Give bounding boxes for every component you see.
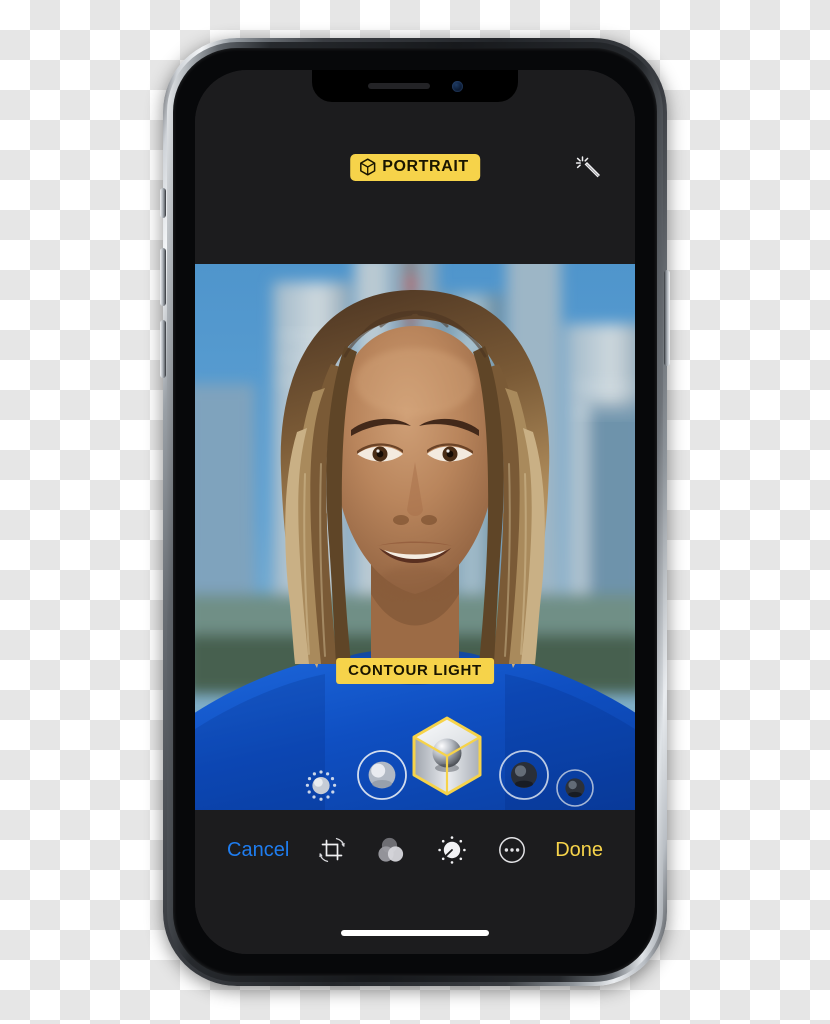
crop-rotate-icon <box>319 837 346 863</box>
crop-rotate-button[interactable] <box>315 830 349 870</box>
portrait-mode-label: PORTRAIT <box>382 158 469 175</box>
lighting-effect-label: CONTOUR LIGHT <box>336 658 494 684</box>
page-canvas: PORTRAIT CONTOUR LIGHT Cancel Done <box>0 0 830 1024</box>
more-options-icon <box>499 837 526 863</box>
lighting-option-studio-light[interactable] <box>353 746 411 809</box>
cancel-button[interactable]: Cancel <box>227 830 289 870</box>
filters-button[interactable] <box>375 830 409 870</box>
lighting-option-contour-light[interactable] <box>407 712 487 805</box>
studio-light-icon <box>357 750 407 800</box>
contour-light-icon <box>412 716 482 796</box>
portrait-mode-badge[interactable]: PORTRAIT <box>350 154 480 181</box>
stage-light-mono-icon <box>556 769 594 807</box>
magic-wand-icon <box>575 156 600 178</box>
silent-switch-button[interactable] <box>160 188 166 218</box>
filters-icon <box>378 837 404 862</box>
lighting-option-stage-light-mono[interactable] <box>553 766 597 815</box>
device-screen: PORTRAIT CONTOUR LIGHT Cancel Done <box>195 70 635 954</box>
editor-bottom-toolbar: Cancel Done <box>195 810 635 954</box>
more-options-button[interactable] <box>495 830 529 870</box>
power-button[interactable] <box>664 270 670 366</box>
volume-down-button[interactable] <box>160 320 166 378</box>
done-button[interactable]: Done <box>555 830 603 870</box>
device-bezel: PORTRAIT CONTOUR LIGHT Cancel Done <box>173 48 657 976</box>
adjust-button[interactable] <box>435 830 469 870</box>
editor-tool-row: Cancel Done <box>195 828 635 872</box>
cube-icon <box>359 158 376 176</box>
notch <box>312 70 518 102</box>
lighting-option-stage-light[interactable] <box>495 746 553 809</box>
stage-light-icon <box>499 750 549 800</box>
volume-up-button[interactable] <box>160 248 166 306</box>
adjust-dial-icon <box>438 836 466 864</box>
home-indicator[interactable] <box>341 930 489 936</box>
auto-enhance-button[interactable] <box>571 153 605 187</box>
earpiece-speaker-icon <box>367 83 430 89</box>
front-camera-icon <box>451 80 463 92</box>
natural-light-icon <box>305 770 337 801</box>
iphone-device: PORTRAIT CONTOUR LIGHT Cancel Done <box>160 38 670 986</box>
lighting-option-natural-light[interactable] <box>301 766 341 811</box>
